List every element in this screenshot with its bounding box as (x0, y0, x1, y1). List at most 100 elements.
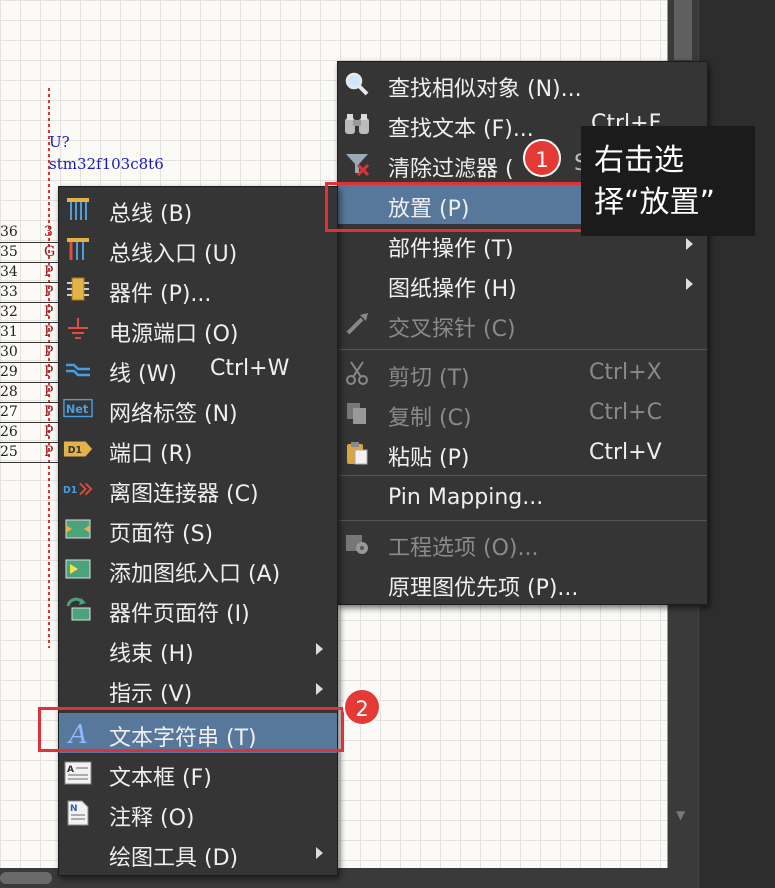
pin-number: 36 (0, 224, 18, 240)
note-icon: N (63, 799, 93, 827)
pin-number: 31 (0, 324, 18, 340)
menu-item-schematic-preferences[interactable]: 原理图优先项 (P)... (338, 563, 707, 603)
search-icon (342, 70, 372, 98)
submenu-item-wire[interactable]: 线 (W) Ctrl+W (59, 349, 337, 389)
menu-item-copy[interactable]: 复制 (C) Ctrl+C (338, 393, 707, 433)
bus-entry-icon (63, 235, 93, 263)
probe-icon (342, 310, 372, 338)
pin-number: 26 (0, 424, 18, 440)
horizontal-scrollbar-thumb[interactable] (0, 872, 52, 884)
pin-number: 28 (0, 384, 18, 400)
callout-line-1: 右击选 (594, 143, 684, 178)
submenu-item-device-sheet-symbol[interactable]: 器件页面符 (I) (59, 589, 337, 629)
menu-item-cut[interactable]: 剪切 (T) Ctrl+X (338, 353, 707, 393)
submenu-item-off-sheet-connector[interactable]: D1 离图连接器 (C) (59, 469, 337, 509)
submenu-item-add-sheet-entry[interactable]: 添加图纸入口 (A) (59, 549, 337, 589)
pin-number: 29 (0, 364, 18, 380)
scroll-down-icon[interactable]: ▼ (676, 808, 685, 822)
off-sheet-connector-icon: D1 (63, 475, 93, 503)
pin-name: P (44, 384, 54, 400)
sheet-symbol-icon (63, 515, 93, 543)
menu-item-paste[interactable]: 粘贴 (P) Ctrl+V (338, 433, 707, 473)
submenu-item-drawing-tools[interactable]: 绘图工具 (D) (59, 833, 337, 873)
menu-separator (338, 475, 707, 476)
pin-number: 35 (0, 244, 18, 260)
instruction-callout: 右击选 择“放置” (581, 126, 755, 236)
submenu-item-port[interactable]: D1 端口 (R) (59, 429, 337, 469)
pin-number: 27 (0, 404, 18, 420)
submenu-item-bus[interactable]: 总线 (B) (59, 189, 337, 229)
svg-text:N: N (70, 804, 78, 814)
pin-number: 33 (0, 284, 18, 300)
menu-separator (338, 349, 707, 350)
submenu-item-part[interactable]: 器件 (P)... (59, 269, 337, 309)
submenu-item-bus-entry[interactable]: 总线入口 (U) (59, 229, 337, 269)
pin-row[interactable]: 26 P (0, 423, 60, 443)
submenu-item-net-label[interactable]: Net 网络标签 (N) (59, 389, 337, 429)
component-designator[interactable]: U? (49, 133, 70, 151)
power-port-icon (63, 315, 93, 343)
vertical-scrollbar-thumb[interactable] (674, 0, 692, 60)
pin-name: P (44, 324, 54, 340)
pin-name: P (44, 404, 54, 420)
part-icon (63, 275, 93, 303)
device-sheet-symbol-icon (63, 595, 93, 623)
pin-row[interactable]: 29 P (0, 363, 60, 383)
pin-row[interactable]: 31 P (0, 323, 60, 343)
pin-name: P (44, 284, 54, 300)
copy-icon (342, 399, 372, 427)
menu-separator (338, 520, 707, 521)
callout-line-2: 择“放置” (594, 185, 716, 220)
pin-name: P (44, 304, 54, 320)
pin-name: P (44, 344, 54, 360)
pin-row[interactable]: 34 P (0, 263, 60, 283)
pin-row[interactable]: 28 P (0, 383, 60, 403)
menu-item-find-similar[interactable]: 查找相似对象 (N)... (338, 64, 707, 104)
svg-text:Net: Net (66, 403, 89, 416)
pin-row[interactable]: 33 P (0, 283, 60, 303)
submenu-item-note[interactable]: N 注释 (O) (59, 793, 337, 833)
submenu-item-directives[interactable]: 指示 (V) (59, 669, 337, 709)
svg-text:A: A (67, 765, 74, 775)
project-options-icon (342, 529, 372, 557)
menu-item-sheet-actions[interactable]: 图纸操作 (H) (338, 264, 707, 304)
pin-name: P (44, 444, 54, 460)
submenu-item-sheet-symbol[interactable]: 页面符 (S) (59, 509, 337, 549)
submenu-item-harness[interactable]: 线束 (H) (59, 629, 337, 669)
step-2-badge: 2 (343, 688, 381, 726)
pin-row[interactable]: 32 P (0, 303, 60, 323)
pin-row[interactable]: 35 G (0, 243, 60, 263)
text-frame-icon: A (63, 759, 93, 787)
pin-name: G (44, 244, 56, 260)
pin-number: 30 (0, 344, 18, 360)
pin-row[interactable]: 36 3 (0, 223, 60, 243)
pin-row[interactable]: 25 P (0, 443, 60, 463)
clear-filter-icon (342, 150, 372, 178)
binoculars-icon (342, 110, 372, 138)
component-part-name[interactable]: stm32f103c8t6 (49, 155, 164, 173)
step-1-badge: 1 (523, 139, 561, 177)
pin-name: P (44, 364, 54, 380)
wire-icon (63, 355, 93, 383)
pin-number: 25 (0, 444, 18, 460)
bus-icon (63, 195, 93, 223)
paste-icon (342, 439, 372, 467)
highlight-box-text-string (38, 707, 344, 752)
pin-number: 32 (0, 304, 18, 320)
net-label-icon: Net (63, 395, 93, 423)
sheet-entry-icon (63, 555, 93, 583)
pin-row[interactable]: 27 P (0, 403, 60, 423)
submenu-arrow-icon (316, 643, 323, 655)
pin-name: 3 (44, 224, 53, 240)
pin-line (0, 462, 60, 463)
menu-item-pin-mapping[interactable]: Pin Mapping... (338, 478, 707, 518)
svg-text:D1: D1 (68, 445, 82, 456)
place-submenu: 总线 (B) 总线入口 (U) 器件 (P)... 电源端口 (O) 线 (W)… (58, 186, 338, 876)
submenu-item-text-frame[interactable]: A 文本框 (F) (59, 753, 337, 793)
menu-item-cross-probe[interactable]: 交叉探针 (C) (338, 304, 707, 344)
pin-row[interactable]: 30 P (0, 343, 60, 363)
submenu-item-power-port[interactable]: 电源端口 (O) (59, 309, 337, 349)
submenu-arrow-icon (686, 238, 693, 250)
scissors-icon (342, 359, 372, 387)
menu-item-project-options[interactable]: 工程选项 (O)... (338, 523, 707, 563)
